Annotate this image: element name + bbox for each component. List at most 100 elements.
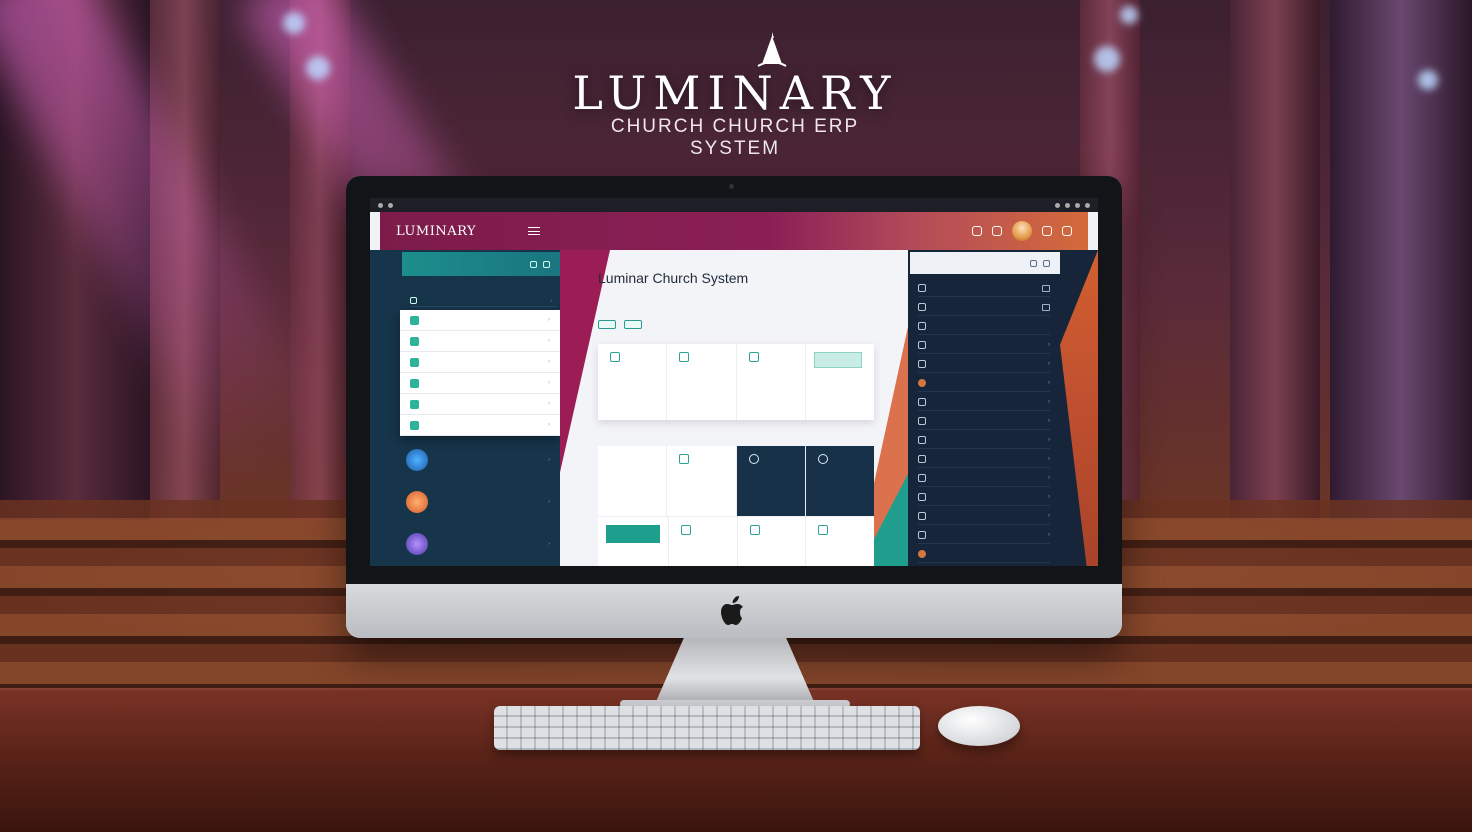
right-panel-item[interactable]: ›	[918, 375, 1050, 392]
window-icon[interactable]	[1042, 303, 1050, 311]
module-card[interactable]	[598, 446, 668, 516]
sidebar-menu-item[interactable]: ›	[400, 394, 560, 415]
module-cards-2	[598, 516, 874, 566]
module-card[interactable]	[738, 517, 807, 566]
feature-cards	[598, 344, 874, 420]
right-panel-item[interactable]	[918, 546, 1050, 563]
hamburger-menu-icon[interactable]	[528, 227, 540, 235]
hero-buttons	[598, 320, 642, 329]
globe-icon	[406, 449, 428, 471]
right-panel-item[interactable]: ›	[918, 451, 1050, 468]
module-card[interactable]	[598, 517, 669, 566]
right-panel-item[interactable]: ›	[918, 337, 1050, 354]
app-logo[interactable]: LUMINARY	[396, 224, 506, 239]
sidebar-menu-item[interactable]: ›	[400, 310, 560, 331]
chevron-right-icon: ›	[1048, 475, 1050, 481]
list-item-icon	[918, 284, 926, 292]
brand-title: LUMINARY	[572, 66, 898, 120]
right-panel-item[interactable]	[918, 299, 1050, 316]
mouse	[938, 706, 1020, 746]
module-card[interactable]	[736, 446, 806, 516]
right-panel-item[interactable]: ›	[918, 394, 1050, 411]
list-item-icon	[918, 474, 926, 482]
main-content: Luminar Church System	[560, 250, 908, 566]
church-steeple-icon	[757, 32, 787, 67]
filter-icon[interactable]	[543, 260, 550, 268]
chevron-right-icon: ›	[1048, 418, 1050, 424]
window-close-icon[interactable]	[378, 202, 383, 208]
donate-icon	[410, 399, 419, 409]
lock-icon[interactable]	[972, 226, 982, 236]
search-icon[interactable]	[530, 260, 537, 268]
list-item-icon	[918, 322, 926, 330]
module-card[interactable]	[806, 517, 874, 566]
module-card[interactable]	[669, 517, 738, 566]
more-icon[interactable]	[1043, 259, 1050, 267]
keyboard	[494, 706, 920, 750]
chart-icon[interactable]	[1030, 259, 1037, 267]
grid-icon[interactable]	[1042, 226, 1052, 236]
sidebar-feature-item[interactable]: ›	[406, 524, 556, 564]
app-screen: LUMINARY › › › › › › › › › › Luminar Chu…	[370, 198, 1098, 566]
sidebar-feature-item[interactable]: ›	[406, 440, 556, 480]
chevron-right-icon: ›	[1048, 342, 1050, 348]
stage-light	[306, 56, 330, 80]
sidebar-menu-item[interactable]: ›	[400, 373, 560, 394]
module-card[interactable]	[667, 446, 737, 516]
right-panel-item[interactable]: ›	[918, 413, 1050, 430]
left-sub-item[interactable]: ›	[410, 295, 558, 307]
feature-card[interactable]	[598, 344, 668, 420]
list-item-icon	[918, 493, 926, 501]
module-card[interactable]	[805, 446, 874, 516]
chevron-right-icon: ›	[548, 457, 550, 463]
hero-button-primary[interactable]	[598, 320, 616, 329]
apple-logo-icon	[721, 596, 743, 625]
sidebar-menu: › › › › › ›	[400, 310, 560, 436]
list-item-icon	[918, 436, 926, 444]
settings-icon[interactable]	[1062, 226, 1072, 236]
bell-icon[interactable]	[992, 226, 1002, 236]
hero-button-secondary[interactable]	[624, 320, 642, 329]
right-panel-item[interactable]	[918, 280, 1050, 297]
module-action-button[interactable]	[606, 525, 660, 543]
folder-icon	[410, 297, 417, 304]
chevron-right-icon: ›	[1048, 380, 1050, 386]
chevron-right-icon: ›	[548, 541, 550, 547]
window-icon[interactable]	[1042, 284, 1050, 292]
chevron-right-icon: ›	[548, 380, 550, 386]
camera	[729, 184, 734, 189]
right-panel-item[interactable]: ›	[918, 432, 1050, 449]
sidebar-feature-item[interactable]: ›	[406, 482, 556, 522]
sidebar-menu-item[interactable]: ›	[400, 331, 560, 352]
top-tools	[972, 221, 1072, 241]
app-topbar: LUMINARY	[380, 212, 1088, 250]
right-panel-item[interactable]: ›	[918, 508, 1050, 525]
list-item-icon	[918, 398, 926, 406]
list-item-icon	[918, 303, 926, 311]
list-item-icon	[918, 341, 926, 349]
os-menu-bar	[370, 198, 1098, 212]
right-panel-item[interactable]: ›	[918, 356, 1050, 373]
right-panel: › › › › › › › › › › ›	[908, 250, 1098, 566]
right-panel-header	[910, 252, 1060, 274]
sidebar-menu-item[interactable]: ›	[400, 352, 560, 373]
feature-card[interactable]	[806, 344, 874, 420]
right-panel-item[interactable]: ›	[918, 470, 1050, 487]
feature-card[interactable]	[737, 344, 806, 420]
sidebar-menu-item[interactable]: ›	[400, 415, 560, 436]
chevron-right-icon: ›	[548, 317, 550, 323]
refresh-icon	[749, 525, 760, 535]
card-tag	[813, 352, 862, 368]
tag-icon	[818, 525, 829, 535]
feature-card[interactable]	[667, 344, 737, 420]
list-item-icon	[918, 360, 926, 368]
user-avatar[interactable]	[1012, 221, 1032, 241]
right-panel-item[interactable]: ›	[918, 489, 1050, 506]
recycle-icon	[610, 352, 620, 362]
right-panel-item[interactable]: ›	[918, 527, 1050, 544]
window-minimize-icon[interactable]	[388, 202, 393, 208]
right-panel-item[interactable]	[918, 318, 1050, 335]
stage-light	[283, 12, 305, 34]
star-icon	[406, 533, 428, 555]
chevron-right-icon: ›	[1048, 361, 1050, 367]
